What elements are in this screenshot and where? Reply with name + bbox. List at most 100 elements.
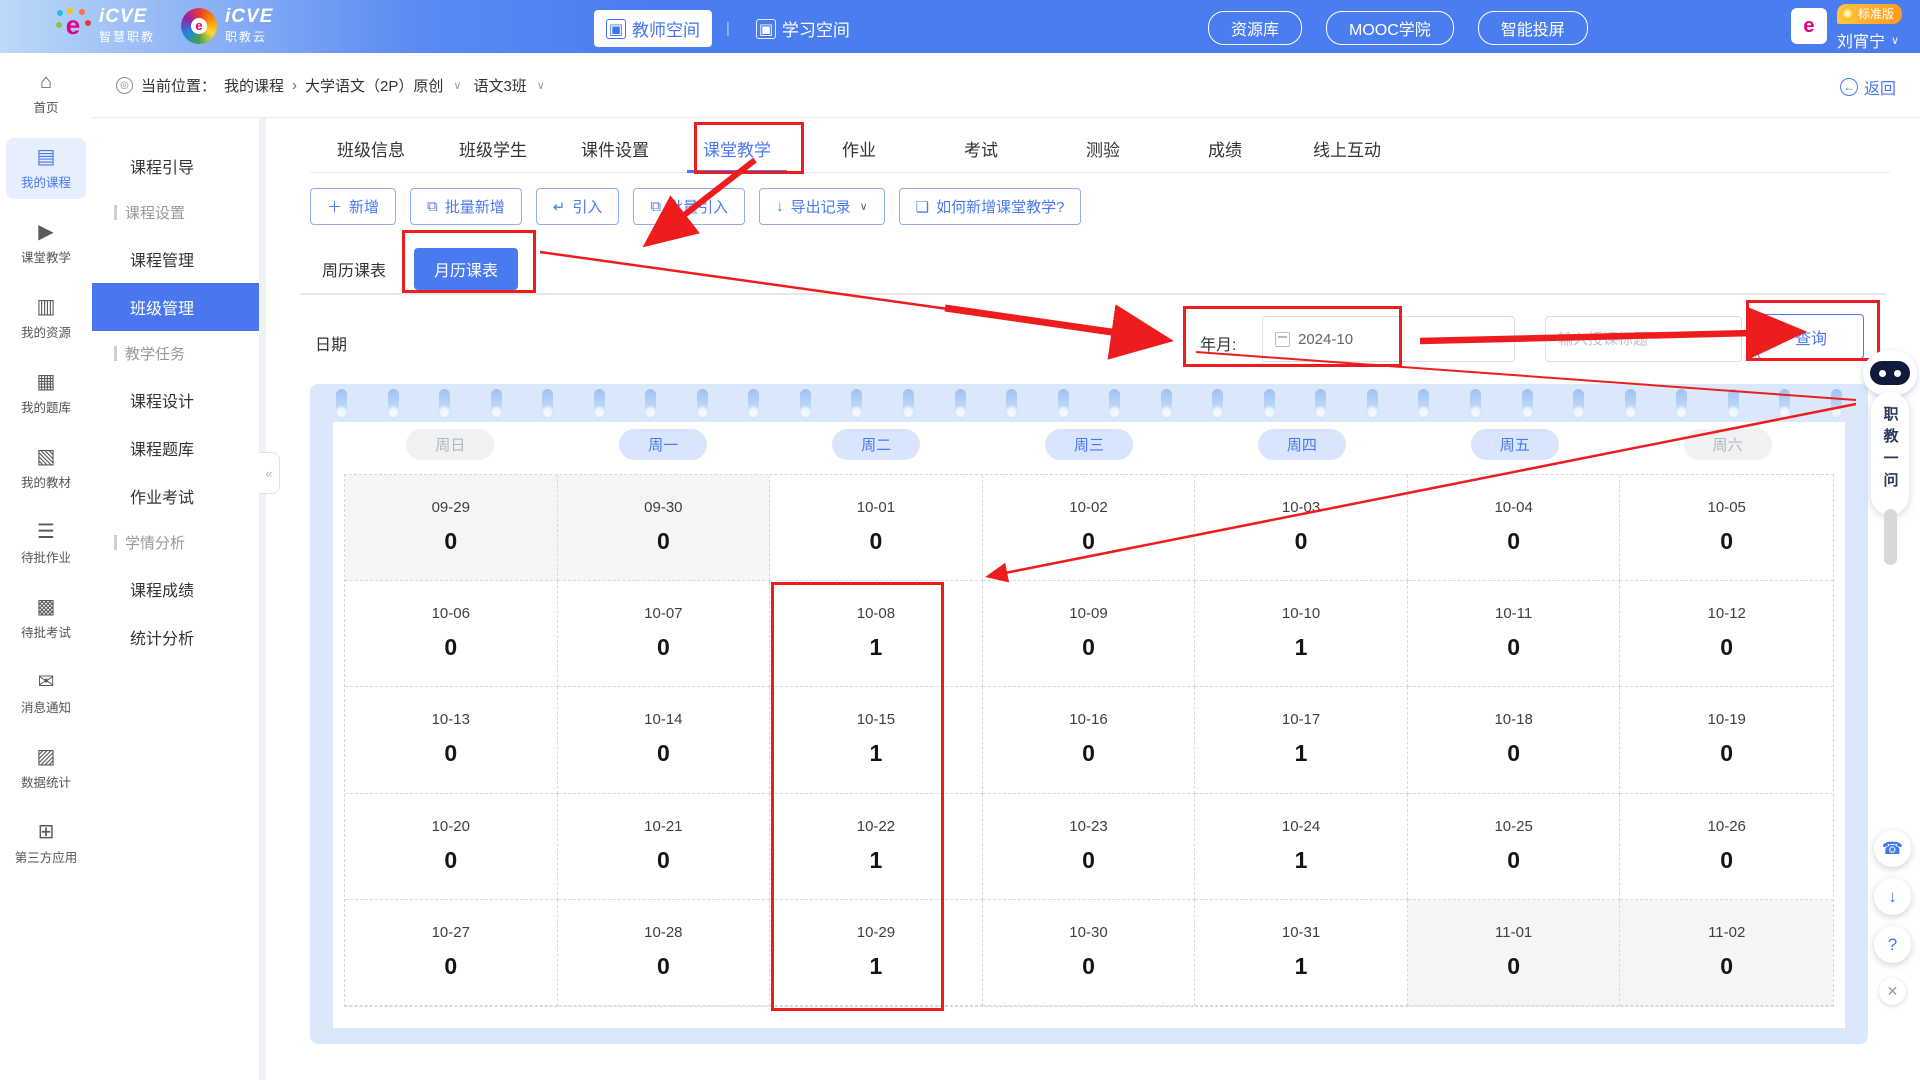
calendar-cell-10-24[interactable]: 10-241 [1195, 794, 1408, 900]
calendar-cell-10-28[interactable]: 10-280 [558, 900, 771, 1006]
assistant-handle[interactable] [1884, 509, 1897, 565]
calendar-cell-10-20[interactable]: 10-200 [345, 794, 558, 900]
calendar-cell-10-21[interactable]: 10-210 [558, 794, 771, 900]
sidebar-item-10[interactable]: ⊞第三方应用 [6, 813, 86, 874]
calendar-cell-10-23[interactable]: 10-230 [983, 794, 1196, 900]
sidebar-item-4[interactable]: ▦我的题库 [6, 363, 86, 424]
toolbar-button-2[interactable]: ↵引入 [536, 188, 620, 225]
username[interactable]: 刘宵宁∨ [1837, 28, 1899, 52]
calendar-cell-11-01[interactable]: 11-010 [1408, 900, 1621, 1006]
weekday-header-1[interactable]: 周一 [619, 429, 707, 460]
menu-item-0[interactable]: 课程引导 [92, 142, 259, 190]
close-icon[interactable]: ✕ [1879, 978, 1906, 1005]
download-icon[interactable]: ↓ [1874, 878, 1911, 915]
sidebar-item-8[interactable]: ✉消息通知 [6, 663, 86, 724]
calendar-cell-10-06[interactable]: 10-060 [345, 581, 558, 687]
calendar-cell-10-14[interactable]: 10-140 [558, 687, 771, 793]
back-button[interactable]: ← 返回 [1840, 75, 1896, 99]
calendar-cell-09-29[interactable]: 09-290 [345, 475, 558, 581]
breadcrumb-my-courses[interactable]: 我的课程 [224, 75, 284, 96]
sidebar-item-1[interactable]: ▤我的课程 [6, 138, 86, 199]
calendar-cell-10-26[interactable]: 10-260 [1620, 794, 1833, 900]
menu-item-3[interactable]: 班级管理 [92, 283, 259, 331]
menu-item-10[interactable]: 统计分析 [92, 613, 259, 661]
quicklink-2[interactable]: 智能投屏 [1478, 11, 1588, 45]
tab-5[interactable]: 考试 [920, 118, 1042, 172]
calendar-cell-10-19[interactable]: 10-190 [1620, 687, 1833, 793]
toolbar-button-0[interactable]: ＋新增 [310, 188, 396, 225]
sidebar-item-0[interactable]: ⌂首页 [6, 63, 86, 124]
toolbar-button-3[interactable]: ⧉批量引入 [633, 188, 745, 225]
calendar-cell-10-22[interactable]: 10-221 [770, 794, 983, 900]
tab-0[interactable]: 班级信息 [310, 118, 432, 172]
tab-2[interactable]: 课件设置 [554, 118, 676, 172]
calendar-cell-10-18[interactable]: 10-180 [1408, 687, 1621, 793]
weekday-header-5[interactable]: 周五 [1471, 429, 1559, 460]
calendar-cell-10-27[interactable]: 10-270 [345, 900, 558, 1006]
query-button[interactable]: 查询 [1758, 314, 1864, 359]
view-tab-0[interactable]: 周历课表 [322, 257, 386, 281]
weekday-header-3[interactable]: 周三 [1045, 429, 1133, 460]
breadcrumb-course-select[interactable]: 大学语文（2P）原创 [305, 75, 443, 96]
calendar-cell-10-01[interactable]: 10-010 [770, 475, 983, 581]
tab-8[interactable]: 线上互动 [1286, 118, 1408, 172]
menu-item-7[interactable]: 作业考试 [92, 472, 259, 520]
nav-teacher-space[interactable]: ▣教师空间 [594, 10, 712, 47]
breadcrumb-class-select[interactable]: 语文3班 [473, 75, 526, 96]
calendar-cell-10-08[interactable]: 10-081 [770, 581, 983, 687]
tab-7[interactable]: 成绩 [1164, 118, 1286, 172]
calendar-cell-10-11[interactable]: 10-110 [1408, 581, 1621, 687]
help-icon[interactable]: ? [1874, 926, 1911, 963]
weekday-header-2[interactable]: 周二 [832, 429, 920, 460]
toolbar-button-5[interactable]: ❏如何新增课堂教学? [899, 188, 1082, 225]
sidebar-item-3[interactable]: ▥我的资源 [6, 288, 86, 349]
user-area[interactable]: e 标准版 刘宵宁∨ [1791, 4, 1902, 52]
weekday-header-6[interactable]: 周六 [1684, 429, 1772, 460]
sidebar-item-2[interactable]: ▶课堂教学 [6, 213, 86, 274]
weekday-header-4[interactable]: 周四 [1258, 429, 1346, 460]
calendar-cell-10-25[interactable]: 10-250 [1408, 794, 1621, 900]
menu-item-5[interactable]: 课程设计 [92, 376, 259, 424]
month-picker[interactable]: 2024-10 [1262, 316, 1515, 362]
support-icon[interactable]: ☎ [1874, 830, 1911, 867]
nav-learning-space[interactable]: ▣学习空间 [744, 10, 862, 47]
calendar-cell-10-29[interactable]: 10-291 [770, 900, 983, 1006]
calendar-cell-10-31[interactable]: 10-311 [1195, 900, 1408, 1006]
calendar-cell-10-04[interactable]: 10-040 [1408, 475, 1621, 581]
calendar-cell-10-03[interactable]: 10-030 [1195, 475, 1408, 581]
calendar-cell-10-07[interactable]: 10-070 [558, 581, 771, 687]
quicklink-1[interactable]: MOOC学院 [1326, 11, 1454, 45]
toolbar-button-1[interactable]: ⧉批量新增 [410, 188, 522, 225]
tab-1[interactable]: 班级学生 [432, 118, 554, 172]
sidebar-item-7[interactable]: ▩待批考试 [6, 588, 86, 649]
toolbar-button-4[interactable]: ↓导出记录∨ [759, 188, 885, 225]
menu-item-9[interactable]: 课程成绩 [92, 565, 259, 613]
view-tab-1[interactable]: 月历课表 [414, 248, 518, 290]
avatar[interactable]: e [1791, 8, 1827, 44]
calendar-cell-10-02[interactable]: 10-020 [983, 475, 1196, 581]
sidebar-item-9[interactable]: ▨数据统计 [6, 738, 86, 799]
sidebar-item-5[interactable]: ▧我的教材 [6, 438, 86, 499]
tab-3[interactable]: 课堂教学 [676, 118, 798, 172]
calendar-cell-10-15[interactable]: 10-151 [770, 687, 983, 793]
menu-item-2[interactable]: 课程管理 [92, 235, 259, 283]
menu-item-6[interactable]: 课程题库 [92, 424, 259, 472]
tab-4[interactable]: 作业 [798, 118, 920, 172]
calendar-cell-11-02[interactable]: 11-020 [1620, 900, 1833, 1006]
quicklink-0[interactable]: 资源库 [1208, 11, 1302, 45]
calendar-cell-10-05[interactable]: 10-050 [1620, 475, 1833, 581]
assistant-label[interactable]: 职教一问 [1871, 392, 1909, 515]
calendar-cell-10-12[interactable]: 10-120 [1620, 581, 1833, 687]
assistant-widget[interactable]: 职教一问 [1860, 350, 1920, 565]
weekday-header-0[interactable]: 周日 [406, 429, 494, 460]
calendar-cell-10-09[interactable]: 10-090 [983, 581, 1196, 687]
calendar-cell-10-10[interactable]: 10-101 [1195, 581, 1408, 687]
lesson-title-input[interactable] [1545, 316, 1742, 362]
tab-6[interactable]: 测验 [1042, 118, 1164, 172]
calendar-cell-09-30[interactable]: 09-300 [558, 475, 771, 581]
calendar-cell-10-13[interactable]: 10-130 [345, 687, 558, 793]
calendar-cell-10-16[interactable]: 10-160 [983, 687, 1196, 793]
collapse-menu-handle[interactable]: « [259, 452, 280, 494]
calendar-cell-10-30[interactable]: 10-300 [983, 900, 1196, 1006]
sidebar-item-6[interactable]: ☰待批作业 [6, 513, 86, 574]
